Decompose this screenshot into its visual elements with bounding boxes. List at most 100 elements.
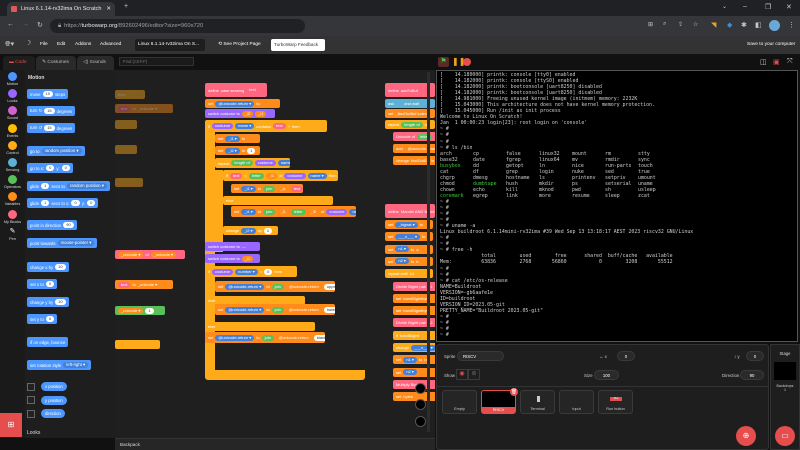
code-block-define1[interactable]: define case sensing text xyxy=(205,83,267,97)
code-block-r2_set1[interactable]: set _bignat ▾ to xyxy=(385,220,433,229)
dropdown[interactable]: ___n___ ▾ xyxy=(395,233,421,240)
new-tab-button[interactable]: + xyxy=(124,3,128,10)
theme-moon-icon[interactable]: ☽ xyxy=(25,39,31,47)
bookmark-star-icon[interactable]: ☆ xyxy=(693,21,698,28)
code-block[interactable]: text to _unicode ▾ xyxy=(115,280,173,289)
code-block-set4[interactable]: set_i1 ▾tojoin_i1letter_i2ofcostumename … xyxy=(231,206,356,217)
save-to-computer-button[interactable]: Save to your computer xyxy=(747,42,795,47)
tab-costumes[interactable]: ✎ Costumes xyxy=(36,56,76,70)
see-project-page-button[interactable]: ⟲ See Project Page xyxy=(218,42,261,47)
number-input[interactable]: 0 xyxy=(87,200,96,206)
number-input[interactable]: 0 xyxy=(46,165,55,171)
reporter[interactable]: join xyxy=(271,283,284,290)
reporter[interactable]: _i1 xyxy=(255,110,267,117)
stage-canvas[interactable]: [ 14.180000] printk: console [tty0] enab… xyxy=(436,70,798,342)
reporter[interactable]: text xyxy=(230,172,243,179)
direction-input[interactable]: 90 xyxy=(740,370,764,380)
menu-edit[interactable]: Edit xyxy=(57,42,65,47)
code-block-if1[interactable]: if costume name ▾ contains text? then xyxy=(205,120,327,132)
reporter[interactable]: letter xyxy=(248,172,264,179)
menu-addons[interactable]: Addons xyxy=(75,42,91,47)
number-input[interactable]: 1 xyxy=(247,147,256,154)
dropdown[interactable]: _i2 ▾ xyxy=(241,227,256,234)
reporter[interactable]: blank xyxy=(313,334,325,341)
reporter[interactable]: join xyxy=(271,306,284,313)
code-block-else[interactable]: else xyxy=(223,196,333,205)
extension-icon[interactable]: ◆ xyxy=(727,21,732,29)
size-input[interactable]: 100 xyxy=(594,370,619,380)
reporter[interactable]: text xyxy=(273,123,286,129)
reporter[interactable]: costume xyxy=(326,208,348,215)
reporter[interactable]: _i1 xyxy=(265,172,278,179)
dropdown[interactable]: @unicode-return ▾ xyxy=(225,306,265,313)
palette-block-towards[interactable]: point towards mouse-pointer ▾ xyxy=(27,238,98,248)
find-input[interactable]: Find (Ctrl+F) xyxy=(119,57,194,66)
palette-block-glide[interactable]: glide 1 secs to random position ▾ xyxy=(27,181,110,191)
category-sensing[interactable]: Sensing xyxy=(0,158,25,172)
category-sound[interactable]: Sound xyxy=(0,106,25,120)
tab-sounds[interactable]: ◁) Sounds xyxy=(77,56,114,70)
profile-avatar[interactable] xyxy=(769,20,780,31)
code-block-set1[interactable]: set @unicode-return ▾ to xyxy=(205,99,280,108)
palette-block-setx[interactable]: set x to 0 xyxy=(27,279,58,289)
sprite-thumb-input[interactable]: Input xyxy=(559,390,594,414)
code-block-r2_set3[interactable]: set n1 ▾ to a xyxy=(385,244,433,254)
zoom-reset-button[interactable] xyxy=(415,416,426,427)
code-block-set3[interactable]: set _i1 ▾ to join _i1 text xyxy=(231,184,303,193)
dropdown[interactable]: mouse-pointer ▾ xyxy=(57,240,95,246)
dropdown[interactable]: n2 ▾ xyxy=(403,369,417,376)
reporter[interactable]: _i1 xyxy=(277,185,289,192)
extensions-puzzle-icon[interactable]: ✱ xyxy=(741,21,747,29)
reporter[interactable]: letter xyxy=(290,208,306,215)
reporter[interactable]: _i2 xyxy=(241,110,254,117)
url-input[interactable]: 🔒︎ https://turbowarp.org/892602496/edito… xyxy=(50,19,305,33)
reporter[interactable]: join xyxy=(263,185,276,192)
reporter[interactable]: costume xyxy=(212,123,234,129)
dropdown[interactable]: number ▾ xyxy=(235,268,258,275)
feedback-button[interactable]: TurboWarp Feedback xyxy=(271,39,325,51)
dropdown[interactable]: @unicode-return ▾ xyxy=(215,100,255,107)
code-block-set5[interactable]: set @unicode-return ▾ to join @unicode-retur… xyxy=(215,281,335,292)
reporter[interactable]: costume xyxy=(212,268,234,275)
dropdown[interactable]: @unicode-return ▾ xyxy=(215,334,255,341)
category-my-blocks[interactable]: My Blocks xyxy=(0,209,25,224)
palette-block-sety[interactable]: set y to 0 xyxy=(27,314,58,324)
number-input[interactable]: 15 xyxy=(44,108,55,114)
project-title-input[interactable]: Linux 6.1.14-rv32ima On S... xyxy=(135,39,205,51)
palette-block-changey[interactable]: change y by 10 xyxy=(27,297,69,307)
share-icon[interactable]: ⇪ xyxy=(678,21,683,28)
menu-advanced[interactable]: Advanced xyxy=(100,42,121,47)
number-input[interactable]: 10 xyxy=(42,91,53,97)
browser-menu-icon[interactable]: ⋮ xyxy=(788,21,795,29)
close-tab-icon[interactable]: ✕ xyxy=(106,6,111,12)
zoom-in-button[interactable] xyxy=(415,383,426,394)
code-block[interactable]: _unicode ▾ 1 xyxy=(115,306,165,315)
dropdown[interactable]: _i2 ▾ xyxy=(225,147,240,154)
dropdown[interactable]: _i1 ▾ xyxy=(225,135,240,142)
reporter[interactable]: length of xyxy=(401,121,423,128)
code-block-switch2[interactable]: switch costume to — xyxy=(205,242,260,251)
backpack[interactable]: Backpack xyxy=(115,438,435,450)
code-block[interactable] xyxy=(115,178,143,187)
dropdown[interactable]: n2 ▾ xyxy=(395,258,409,265)
number-input[interactable]: 0 xyxy=(71,200,80,206)
reporter[interactable]: lowercase xyxy=(323,306,335,313)
reload-icon[interactable]: ↻ xyxy=(37,21,43,29)
code-block-if3[interactable]: if costume number ▾ = 0 then xyxy=(205,266,297,277)
choose-backdrop-button[interactable]: ▭ xyxy=(775,426,795,446)
palette-reporter[interactable]: y position xyxy=(41,395,67,405)
code-block[interactable]: text to _unicode ▾ xyxy=(115,104,173,113)
forward-icon[interactable]: → xyxy=(22,21,29,28)
code-block[interactable] xyxy=(115,340,160,349)
number-input[interactable]: 1 xyxy=(41,200,50,206)
dropdown[interactable]: name ▾ xyxy=(307,172,327,179)
code-workspace[interactable]: then text to _unicode ▾ _unicode ▾ of _unico… xyxy=(115,70,435,438)
code-block-r2_repeat[interactable]: repeat until n1 xyxy=(385,269,433,279)
browser-tab[interactable]: Linux 6.1.14-rv32ima On Scratch ✕ xyxy=(7,2,115,16)
small-stage-button[interactable]: ◫ xyxy=(760,58,767,66)
number-input[interactable]: 10 xyxy=(55,264,66,270)
sprite-thumb-run-button[interactable]: Run Run button xyxy=(598,390,633,414)
dropdown[interactable]: name ▾ xyxy=(235,123,255,129)
dropdown[interactable]: n1 ▾ xyxy=(403,356,417,363)
dropdown[interactable]: ___n___ ▾ xyxy=(411,344,435,351)
